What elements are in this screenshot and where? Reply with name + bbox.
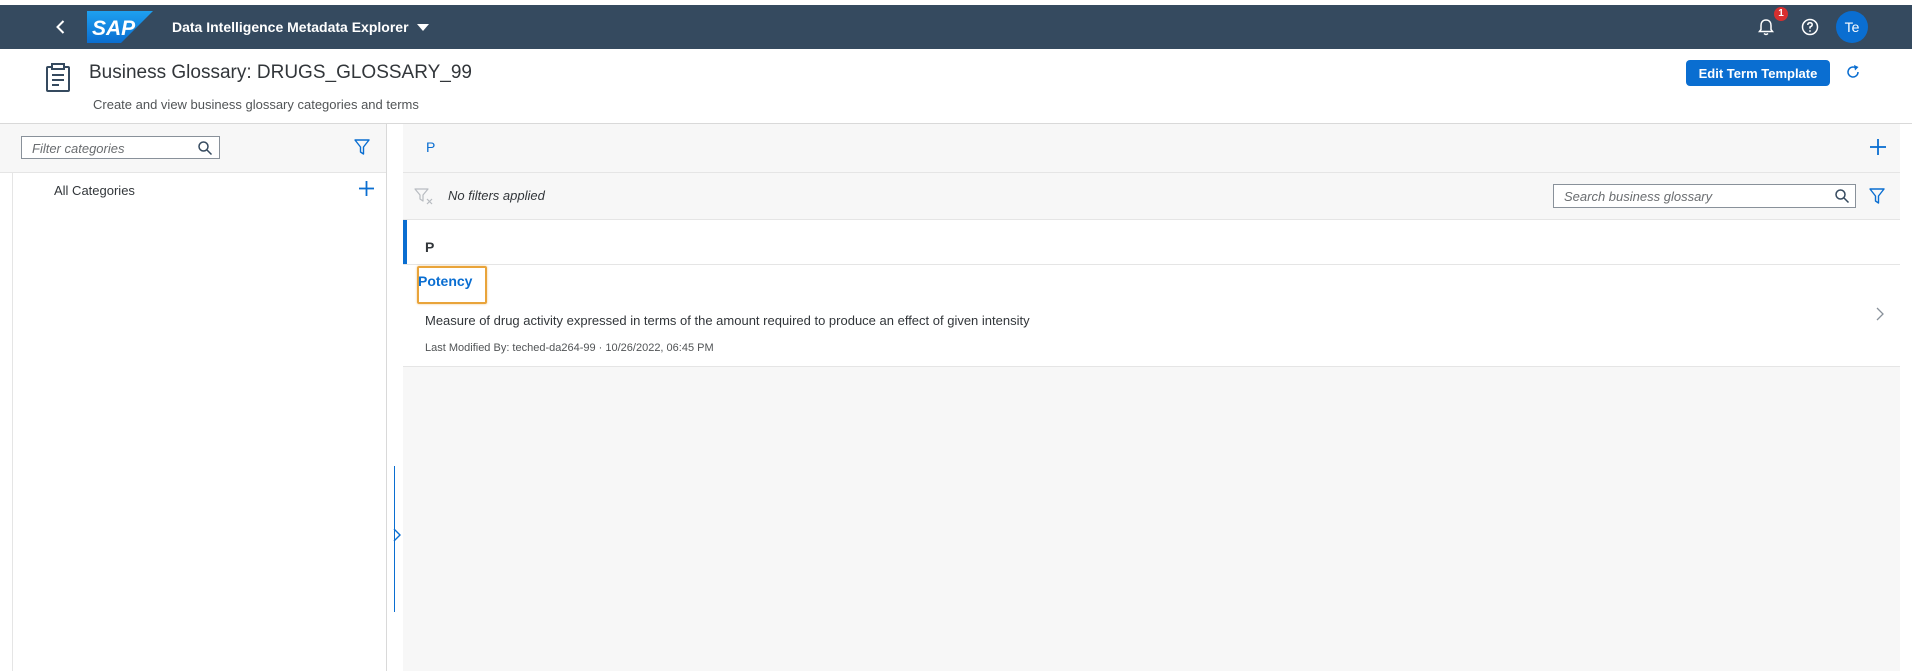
- term-last-modified: Last Modified By: teched-da264-99 · 10/2…: [425, 342, 714, 354]
- search-glossary-input[interactable]: Search business glossary: [1553, 184, 1856, 208]
- group-accent-bar: [403, 220, 407, 264]
- filter-status-text: No filters applied: [448, 188, 545, 203]
- search-glossary-placeholder: Search business glossary: [1564, 189, 1713, 204]
- search-icon[interactable]: [1834, 188, 1850, 204]
- glossary-page-icon: [46, 63, 70, 92]
- group-title: P: [425, 239, 435, 255]
- filter-icon[interactable]: [1869, 187, 1885, 205]
- filter-categories-input[interactable]: Filter categories: [21, 136, 220, 159]
- notification-badge: 1: [1774, 7, 1788, 21]
- app-title[interactable]: Data Intelligence Metadata Explorer: [172, 19, 409, 35]
- sap-logo-text: SAP: [92, 17, 136, 40]
- glossary-filter-bar: No filters applied Search business gloss…: [403, 173, 1900, 220]
- glossary-panel: P No filters applied Search business glo…: [403, 124, 1900, 671]
- chevron-right-icon[interactable]: [1875, 307, 1884, 321]
- glossary-index-bar: P: [403, 124, 1900, 173]
- categories-toolbar: Filter categories: [0, 124, 386, 173]
- shell-bar: SAP Data Intelligence Metadata Explorer …: [0, 5, 1912, 49]
- search-icon[interactable]: [197, 140, 213, 156]
- user-avatar[interactable]: Te: [1836, 11, 1868, 43]
- sap-logo[interactable]: SAP: [87, 11, 153, 43]
- add-term-icon[interactable]: [1869, 138, 1887, 156]
- dropdown-icon[interactable]: [416, 21, 430, 33]
- clear-filter-icon[interactable]: [414, 186, 434, 206]
- bell-icon[interactable]: [1756, 17, 1776, 37]
- term-name-link[interactable]: Potency: [418, 273, 472, 289]
- page-header: Business Glossary: DRUGS_GLOSSARY_99 Cre…: [0, 49, 1912, 124]
- term-group-header: P: [403, 220, 1900, 265]
- term-description: Measure of drug activity expressed in te…: [425, 313, 1030, 328]
- back-icon[interactable]: [52, 18, 70, 36]
- chevron-right-icon[interactable]: [392, 528, 401, 542]
- filter-categories-placeholder: Filter categories: [32, 141, 125, 156]
- refresh-icon[interactable]: [1844, 63, 1862, 81]
- list-item[interactable]: Potency Measure of drug activity express…: [403, 265, 1900, 367]
- add-category-icon[interactable]: [358, 180, 375, 197]
- page-subtitle: Create and view business glossary catego…: [93, 97, 419, 112]
- help-icon[interactable]: [1800, 17, 1820, 37]
- categories-panel: Filter categories All Categories: [0, 124, 387, 671]
- edit-term-template-button[interactable]: Edit Term Template: [1686, 60, 1830, 86]
- index-letter-p[interactable]: P: [426, 139, 435, 155]
- filter-icon[interactable]: [354, 138, 370, 156]
- page-title: Business Glossary: DRUGS_GLOSSARY_99: [89, 62, 472, 83]
- category-all[interactable]: All Categories: [54, 183, 135, 198]
- tree-indent-line: [12, 172, 13, 671]
